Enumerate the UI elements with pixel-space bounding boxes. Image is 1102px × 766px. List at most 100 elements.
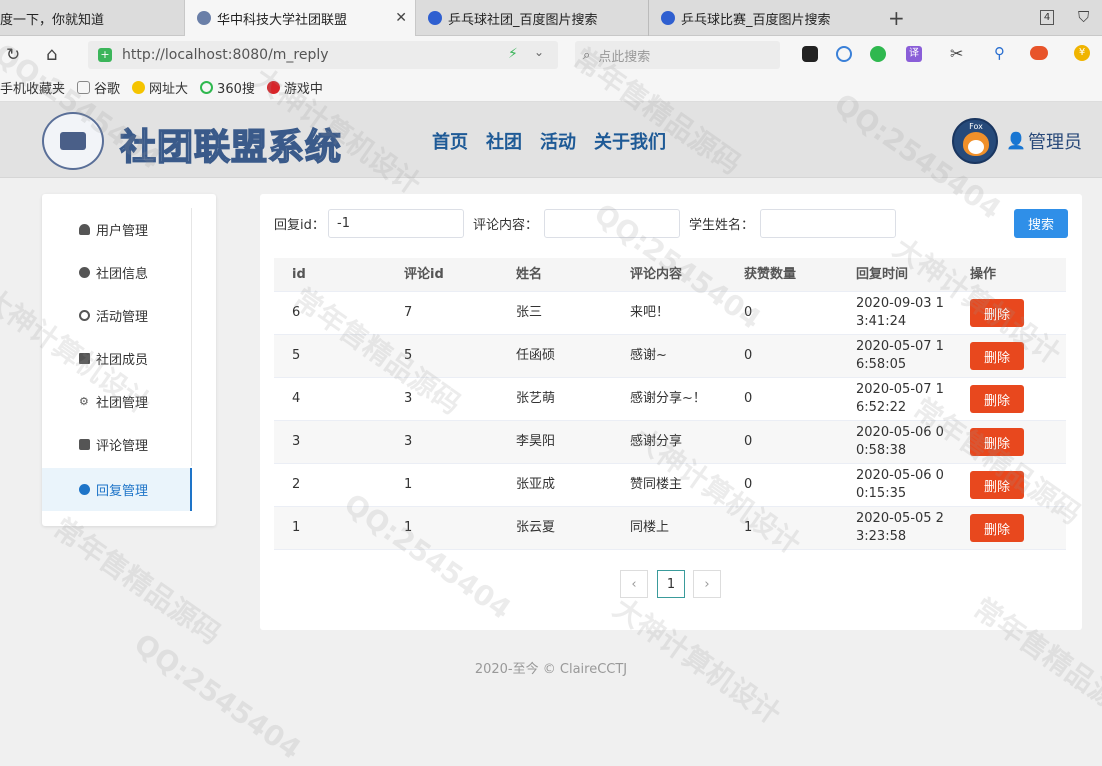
new-tab-icon[interactable]: + <box>888 6 905 30</box>
cell-id: 5 <box>292 348 301 363</box>
time-line: 2020-05-07 1 <box>856 339 944 354</box>
browser-tab[interactable]: 乒乓球社团_百度图片搜索 <box>416 0 648 36</box>
delete-button[interactable]: 删除 <box>970 299 1024 327</box>
shirt-icon[interactable]: ⛉ <box>1078 8 1089 26</box>
avatar-text: Fox <box>969 122 983 131</box>
chat-icon[interactable] <box>870 46 886 62</box>
reload-icon[interactable]: ↻ <box>6 45 20 65</box>
sidebar-item-replies[interactable]: 回复管理 <box>42 468 192 511</box>
student-name-input[interactable] <box>760 209 896 238</box>
column-header: id <box>292 266 306 282</box>
browser-tab-active[interactable]: 华中科技大学社团联盟 ✕ <box>184 0 416 36</box>
browser-tab[interactable]: 度一下，你就知道 <box>0 0 184 36</box>
logo-title: 社团联盟系统 <box>119 126 343 169</box>
minus-circle-icon[interactable] <box>836 46 852 62</box>
nav-clubs[interactable]: 社团 <box>486 128 522 154</box>
bookmark-item[interactable]: 游戏中 <box>266 78 323 97</box>
bookmark-label: 网址大 <box>149 82 189 97</box>
user-role-label[interactable]: 管理员 <box>1028 128 1082 154</box>
bookmark-item[interactable]: 手机收藏夹 <box>0 78 65 97</box>
time-line: 3:41:24 <box>856 314 907 329</box>
delete-button[interactable]: 删除 <box>970 514 1024 542</box>
sidebar-item-label: 社团信息 <box>96 267 149 282</box>
reply-id-input[interactable] <box>328 209 464 238</box>
scissors-icon[interactable]: ✂ <box>950 44 963 63</box>
time-line: 2020-05-06 0 <box>856 468 944 483</box>
cell-reply-time: 2020-05-06 0 0:15:35 <box>856 467 944 503</box>
chevron-down-icon[interactable]: ⌄ <box>534 45 544 59</box>
delete-button[interactable]: 删除 <box>970 385 1024 413</box>
next-page-button[interactable]: › <box>693 570 721 598</box>
cell-likes: 1 <box>744 520 753 535</box>
sidebar: 用户管理 社团信息 活动管理 社团成员 ⚙ 社团管理 评论管理 回复管理 <box>42 194 216 526</box>
sidebar-item-club-manage[interactable]: ⚙ 社团管理 <box>42 380 192 423</box>
yen-coin-icon[interactable]: ¥ <box>1074 45 1090 61</box>
column-header: 回复时间 <box>856 266 909 282</box>
gamepad-icon[interactable] <box>1030 46 1048 60</box>
baidu-paw-icon <box>661 11 675 25</box>
table-row: 1 1 张云夏 同楼上 1 2020-05-05 2 3:23:58 删除 <box>274 507 1066 550</box>
home-icon[interactable]: ⌂ <box>46 44 57 65</box>
cell-id: 1 <box>292 520 301 535</box>
close-icon[interactable]: ✕ <box>395 10 407 26</box>
university-seal-logo <box>42 112 104 170</box>
browser-tab[interactable]: 乒乓球比赛_百度图片搜索 <box>648 0 880 36</box>
bookmark-label: 360搜 <box>217 82 255 97</box>
bookmark-item[interactable]: 谷歌 <box>77 78 120 97</box>
page-number-button[interactable]: 1 <box>657 570 685 598</box>
browser-tab-bar: 度一下，你就知道 华中科技大学社团联盟 ✕ 乒乓球社团_百度图片搜索 乒乓球比赛… <box>0 0 1102 36</box>
url-bar[interactable]: + http://localhost:8080/m_reply ⚡ ⌄ <box>88 41 558 69</box>
avatar[interactable]: Fox <box>952 118 998 164</box>
sidebar-item-comments[interactable]: 评论管理 <box>42 423 192 466</box>
tab-count-badge[interactable]: 4 <box>1040 10 1054 25</box>
sidebar-item-activities[interactable]: 活动管理 <box>42 294 192 337</box>
cell-comment-id: 3 <box>404 391 413 406</box>
time-line: 0:15:35 <box>856 486 907 501</box>
cell-comment-id: 3 <box>404 434 413 449</box>
sidebar-item-members[interactable]: 社团成员 <box>42 337 192 380</box>
nav-activities[interactable]: 活动 <box>540 128 576 154</box>
comment-content-input[interactable] <box>544 209 680 238</box>
time-line: 2020-05-07 1 <box>856 382 944 397</box>
cell-name: 张亚成 <box>516 477 556 492</box>
cell-content: 赞同楼主 <box>630 477 683 492</box>
table-row: 2 1 张亚成 赞同楼主 0 2020-05-06 0 0:15:35 删除 <box>274 464 1066 507</box>
delete-button[interactable]: 删除 <box>970 428 1024 456</box>
baidu-paw-icon <box>428 11 442 25</box>
cell-comment-id: 7 <box>404 305 413 320</box>
cell-comment-id: 1 <box>404 477 413 492</box>
sidebar-item-club-info[interactable]: 社团信息 <box>42 251 192 294</box>
extension-icon[interactable] <box>802 46 818 62</box>
column-header: 评论id <box>404 266 444 282</box>
cell-name: 张云夏 <box>516 520 556 535</box>
footer-copyright: 2020-至今 © ClaireCCTJ <box>474 662 628 677</box>
sidebar-item-label: 评论管理 <box>96 439 149 454</box>
bookmark-item[interactable]: 360搜 <box>200 78 255 97</box>
tab-label: 度一下，你就知道 <box>0 12 105 28</box>
magnifier-icon[interactable]: ⚲ <box>994 44 1005 62</box>
prev-page-button[interactable]: ‹ <box>620 570 648 598</box>
sidebar-item-label: 社团成员 <box>96 353 149 368</box>
address-toolbar: ↻ ⌂ + http://localhost:8080/m_reply ⚡ ⌄ … <box>0 36 1102 74</box>
time-line: 2020-09-03 1 <box>856 296 944 311</box>
column-header: 获赞数量 <box>744 266 797 282</box>
time-line: 3:23:58 <box>856 529 907 544</box>
cell-content: 感谢~ <box>630 348 667 363</box>
sidebar-item-label: 社团管理 <box>96 396 149 411</box>
lightning-icon[interactable]: ⚡ <box>508 46 518 62</box>
bookmark-item[interactable]: 网址大 <box>132 78 188 97</box>
sidebar-item-users[interactable]: 用户管理 <box>42 208 192 251</box>
delete-button[interactable]: 删除 <box>970 342 1024 370</box>
nav-about[interactable]: 关于我们 <box>594 128 666 154</box>
cell-comment-id: 5 <box>404 348 413 363</box>
nav-home[interactable]: 首页 <box>432 128 468 154</box>
translate-icon[interactable]: 译 <box>906 46 922 62</box>
cell-likes: 0 <box>744 434 753 449</box>
cell-name: 张艺萌 <box>516 391 556 406</box>
cell-reply-time: 2020-05-07 1 6:52:22 <box>856 381 944 417</box>
table-row: 4 3 张艺萌 感谢分享~！ 0 2020-05-07 1 6:52:22 删除 <box>274 378 1066 421</box>
search-button[interactable]: 搜索 <box>1014 209 1068 238</box>
delete-button[interactable]: 删除 <box>970 471 1024 499</box>
table-header-row: id 评论id 姓名 评论内容 获赞数量 回复时间 操作 <box>274 258 1066 292</box>
search-input[interactable]: ⌕ 点此搜索 <box>575 41 780 69</box>
